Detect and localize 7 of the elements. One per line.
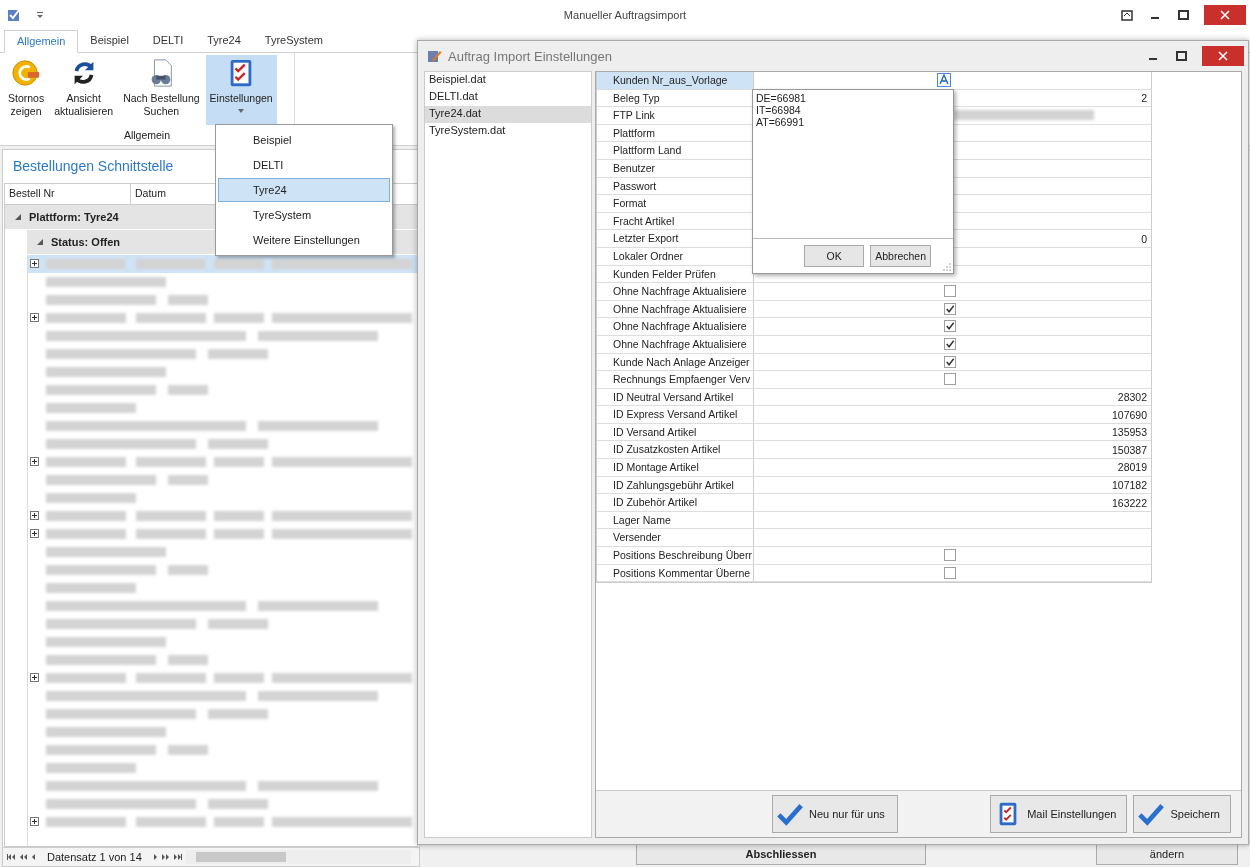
dialog-title: Auftrag Import Einstellungen <box>448 48 613 64</box>
window-title: Manueller Auftragsimport <box>563 9 687 21</box>
group-label: Status: Offen <box>51 236 121 248</box>
panel-title: Bestellungen Schnittstelle <box>13 158 174 174</box>
record-counter: Datensatz 1 von 14 <box>46 851 143 863</box>
group-label: Plattform: Tyre24 <box>29 211 119 223</box>
ribbon-group-label: Allgemein <box>123 129 171 141</box>
